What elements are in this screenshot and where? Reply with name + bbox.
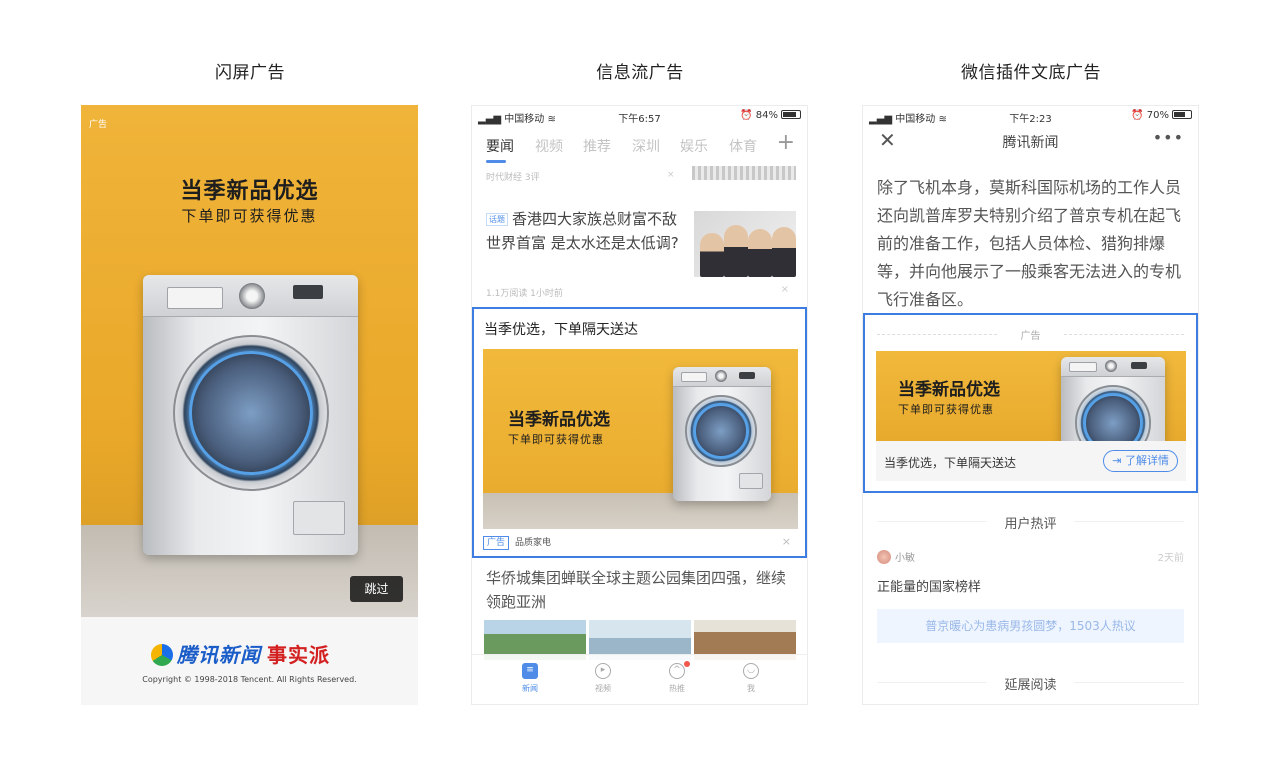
- article-screen: ▂▄▆ 中国移动 ≋ 下午2:23 ⏰ 70% ✕ 腾讯新闻 ••• 除了飞机本…: [862, 105, 1199, 705]
- story-meta: 1.1万阅读 1小时前: [486, 289, 563, 299]
- dismiss-ad-icon[interactable]: ×: [782, 535, 791, 548]
- smile-icon: ◡: [743, 663, 759, 679]
- article-body: 除了飞机本身，莫斯科国际机场的工作人员还向凯普库罗夫特别介绍了普京专机在起飞前的…: [877, 178, 1182, 309]
- tencent-news-logo-icon: [151, 644, 173, 666]
- splash-ad-screen[interactable]: 广告 当季新品优选 下单即可获得优惠 跳过: [81, 105, 418, 705]
- play-icon: ▸: [595, 663, 611, 679]
- comment-text: 正能量的国家榜样: [877, 580, 982, 595]
- dismiss-icon[interactable]: ×: [781, 284, 789, 295]
- nav-hot[interactable]: ^ 热推: [657, 663, 697, 694]
- battery: ⏰ 84%: [740, 110, 801, 121]
- alarm-icon: ⏰: [1131, 110, 1144, 121]
- dismiss-icon[interactable]: ×: [667, 170, 675, 180]
- more-icon[interactable]: •••: [1153, 128, 1184, 147]
- story-thumbnail[interactable]: [694, 211, 796, 277]
- notification-dot: [684, 661, 690, 667]
- ad-footer: 广告 品质家电: [483, 535, 551, 550]
- advertiser-name: 品质家电: [515, 538, 552, 548]
- add-channel-icon[interactable]: +: [777, 130, 795, 155]
- nav-news[interactable]: ≡ 新闻: [510, 663, 550, 694]
- ad-headline: 当季新品优选: [180, 179, 319, 204]
- ad-subline: 下单即可获得优惠: [181, 207, 318, 225]
- page-title: 腾讯新闻: [1002, 135, 1059, 151]
- tab-shenzhen[interactable]: 深圳: [632, 136, 660, 156]
- ad-image[interactable]: 当季新品优选 下单即可获得优惠: [483, 349, 798, 529]
- enter-icon: ⇥: [1112, 454, 1122, 467]
- splash-heading: 闪屏广告: [215, 63, 285, 83]
- avatar[interactable]: [877, 550, 891, 564]
- ad-subline: 下单即可获得优惠: [508, 433, 604, 446]
- feed-screen: ▂▄▆ 中国移动 ≋ 下午6:57 ⏰ 84% 要闻 视频 推荐 深圳 娱乐 体…: [471, 105, 808, 705]
- washing-machine-image: [673, 367, 771, 501]
- comment-time: 2天前: [1157, 553, 1184, 564]
- tencent-news-logo: 腾讯新闻 事实派: [151, 639, 330, 668]
- active-tab-indicator: [486, 160, 506, 163]
- topic-tag: 话题: [486, 213, 508, 226]
- washing-machine-image: [1061, 357, 1165, 441]
- ad-tag: 广告: [89, 120, 108, 130]
- battery-icon: [781, 110, 801, 119]
- battery: ⏰ 70%: [1131, 110, 1192, 121]
- learn-more-button[interactable]: ⇥ 了解详情: [1103, 450, 1178, 472]
- extended-reading-heading: 延展阅读: [877, 674, 1184, 693]
- logo-text: 腾讯新闻: [177, 643, 261, 667]
- skip-button[interactable]: 跳过: [350, 576, 403, 602]
- battery-icon: [1172, 110, 1192, 119]
- status-bar: ▂▄▆ 中国移动 ≋ 下午2:23 ⏰ 70%: [863, 106, 1198, 126]
- nav-video[interactable]: ▸ 视频: [583, 663, 623, 694]
- ad-caption-bar: 当季优选，下单隔天送达 ⇥ 了解详情: [876, 441, 1186, 481]
- ad-headline: 当季新品优选: [508, 410, 610, 430]
- tab-news[interactable]: 要闻: [486, 136, 514, 156]
- channel-tabs: 要闻 视频 推荐 深圳 娱乐 体育 +: [472, 126, 807, 166]
- washing-machine-image: [143, 275, 358, 555]
- comment-user[interactable]: 小敏: [877, 549, 915, 564]
- bottom-nav: ≡ 新闻 ▸ 视频 ^ 热推 ◡ 我: [472, 654, 807, 704]
- nav-me[interactable]: ◡ 我: [731, 663, 771, 694]
- tab-entertainment[interactable]: 娱乐: [680, 136, 708, 156]
- ad-headline: 当季新品优选: [898, 380, 1000, 400]
- prev-story-thumbnail: [692, 166, 796, 180]
- ad-title: 当季优选，下单隔天送达: [484, 322, 638, 338]
- status-bar: ▂▄▆ 中国移动 ≋ 下午6:57 ⏰ 84%: [472, 106, 807, 126]
- ad-caption: 当季优选，下单隔天送达: [884, 456, 1017, 470]
- rocket-icon: ^: [669, 663, 685, 679]
- prev-story-meta: 时代财经 3评: [486, 173, 540, 183]
- tab-sports[interactable]: 体育: [729, 136, 757, 156]
- story-title[interactable]: 话题 香港四大家族总财富不敌世界首富 是太水还是太低调?: [486, 207, 686, 255]
- logo-slogan: 事实派: [267, 643, 330, 667]
- copyright: Copyright © 1998-2018 Tencent. All Right…: [142, 675, 357, 684]
- story-title[interactable]: 华侨城集团蝉联全球主题公园集团四强，继续领跑亚洲: [486, 566, 798, 614]
- navbar: ✕ 腾讯新闻 •••: [863, 126, 1198, 156]
- tab-recommend[interactable]: 推荐: [583, 136, 611, 156]
- ad-subline: 下单即可获得优惠: [898, 403, 994, 416]
- comments-heading: 用户热评: [877, 513, 1184, 532]
- ad-label: 广告: [877, 327, 1184, 342]
- splash-footer: 腾讯新闻 事实派 Copyright © 1998-2018 Tencent. A…: [81, 617, 418, 705]
- ad-tag: 广告: [483, 536, 510, 550]
- hot-topic-banner[interactable]: 普京暖心为患病男孩圆梦，1503人热议: [877, 609, 1184, 643]
- tab-video[interactable]: 视频: [535, 136, 563, 156]
- article-heading: 微信插件文底广告: [961, 63, 1101, 83]
- feed-heading: 信息流广告: [596, 63, 684, 83]
- alarm-icon: ⏰: [740, 110, 753, 121]
- feed-ad-card[interactable]: 当季优选，下单隔天送达 当季新品优选 下单即可获得优惠 广告 品质家电 ×: [472, 307, 807, 558]
- ad-image[interactable]: 当季新品优选 下单即可获得优惠: [876, 351, 1186, 441]
- news-icon: ≡: [522, 663, 538, 679]
- article-ad-card[interactable]: 广告 当季新品优选 下单即可获得优惠 当季优选，下单隔天送达 ⇥ 了解详情: [863, 313, 1198, 493]
